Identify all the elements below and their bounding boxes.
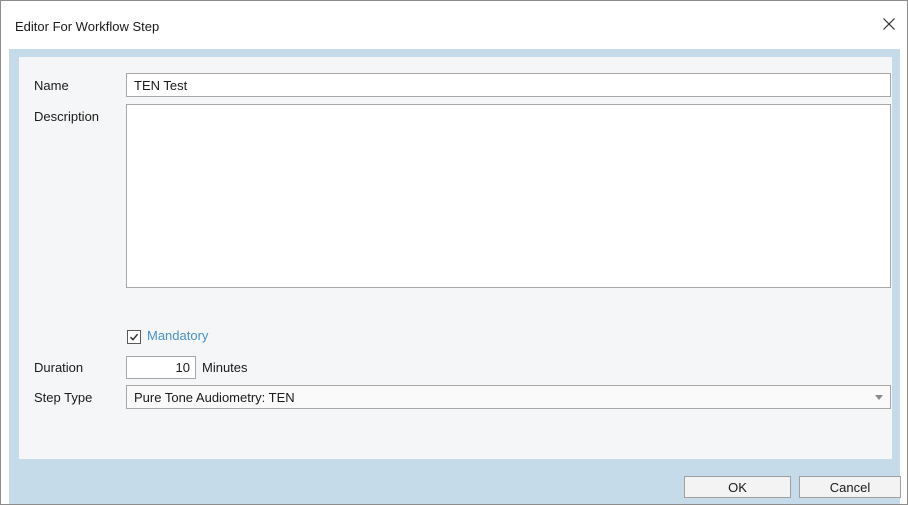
step-type-label: Step Type — [34, 390, 93, 405]
duration-unit-label: Minutes — [202, 360, 248, 375]
dialog-title: Editor For Workflow Step — [15, 19, 160, 34]
checkmark-icon — [129, 333, 139, 341]
mandatory-label[interactable]: Mandatory — [147, 328, 208, 343]
duration-input[interactable] — [126, 356, 196, 379]
chevron-down-icon — [875, 395, 883, 400]
ok-button[interactable]: OK — [684, 476, 791, 498]
description-label: Description — [34, 109, 100, 124]
name-input[interactable] — [126, 73, 891, 97]
close-icon — [883, 18, 895, 30]
mandatory-checkbox[interactable] — [127, 330, 141, 344]
close-button[interactable] — [877, 12, 901, 36]
description-textarea[interactable] — [126, 104, 891, 288]
cancel-button[interactable]: Cancel — [799, 476, 901, 498]
step-type-value: Pure Tone Audiometry: TEN — [134, 390, 295, 405]
title-bar: Editor For Workflow Step — [1, 1, 907, 49]
step-type-select[interactable]: Pure Tone Audiometry: TEN — [126, 385, 891, 409]
name-label: Name — [34, 78, 69, 93]
workflow-step-editor-dialog: Editor For Workflow Step Name Descriptio… — [0, 0, 908, 505]
duration-label: Duration — [34, 360, 84, 375]
